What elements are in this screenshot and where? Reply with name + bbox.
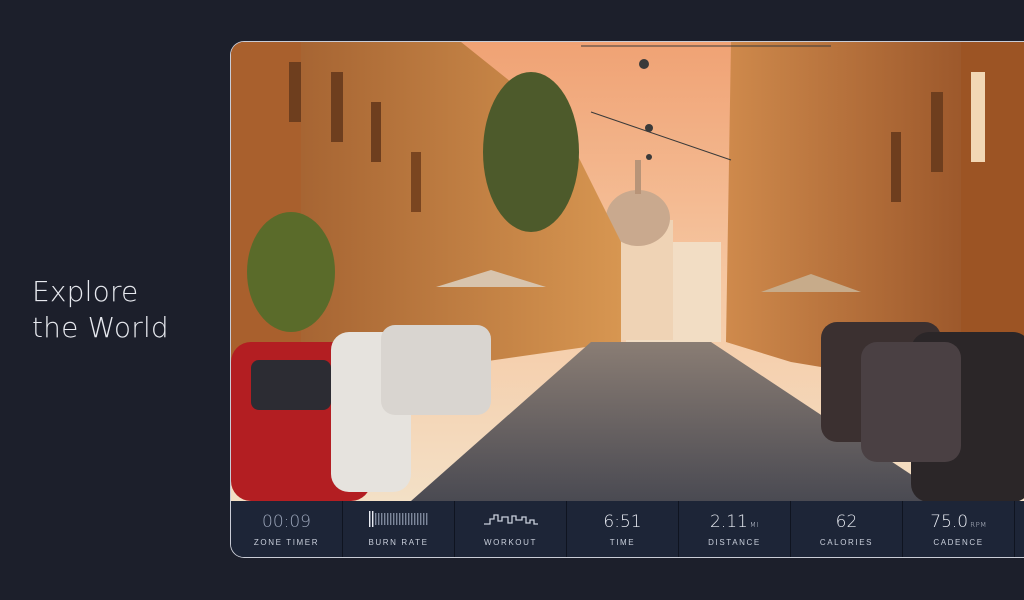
burn-rate-tick [368,511,370,527]
burn-rate-meter-icon [368,511,427,527]
stat-cell-overflow [1015,501,1024,557]
calories-value: 62 [835,512,858,532]
video-screen: 00:09 ZONE TIMER BURN RATE WORKOUT 6:51 … [230,41,1024,558]
workout-stats-bar: 00:09 ZONE TIMER BURN RATE WORKOUT 6:51 … [231,501,1024,557]
zone-timer-label: ZONE TIMER [253,538,320,547]
burn-rate-tick [398,513,400,525]
distance-label: DISTANCE [708,538,761,547]
cadence-value-group: 75.0 RPM [930,511,986,533]
burn-rate-tick [404,513,406,525]
hero-title-line-1: Explore [32,275,139,308]
cadence-stat: 75.0 RPM CADENCE [903,501,1015,557]
distance-stat: 2.11 MI DISTANCE [679,501,791,557]
burn-rate-tick [410,513,412,525]
workout-label: WORKOUT [484,538,537,547]
burn-rate-stat: BURN RATE [343,501,455,557]
cadence-value: 75.0 [930,512,969,532]
burn-rate-tick [419,513,421,525]
workout-profile-icon [483,514,538,525]
burn-rate-tick [371,511,373,527]
distance-value: 2.11 [710,512,748,532]
workout-profile [483,511,538,533]
hero-title: Explore the World [32,274,169,346]
cadence-label: CADENCE [933,538,984,547]
cadence-unit: RPM [970,521,987,529]
time-label: TIME [609,538,636,547]
burn-rate-tick [392,513,394,525]
burn-rate-label: BURN RATE [368,538,429,547]
workout-stat: WORKOUT [455,501,567,557]
street-scene-image [231,42,1024,501]
burn-rate-tick [425,513,427,525]
burn-rate-tick [380,513,382,525]
burn-rate-tick [422,513,424,525]
burn-rate-tick [377,513,379,525]
burn-rate-meter [368,511,429,533]
time-stat: 6:51 TIME [567,501,679,557]
calories-stat: 62 CALORIES [791,501,903,557]
burn-rate-tick [407,513,409,525]
burn-rate-tick [374,513,376,525]
burn-rate-tick [401,513,403,525]
app-stage: Explore the World 00:09 ZONE TIMER BURN … [0,0,1024,600]
burn-rate-tick [413,513,415,525]
hero-title-line-2: the World [32,311,169,344]
burn-rate-tick [395,513,397,525]
distance-unit: MI [749,521,759,529]
burn-rate-tick [386,513,388,525]
burn-rate-tick [389,513,391,525]
burn-rate-tick [383,513,385,525]
calories-label: CALORIES [819,538,874,547]
zone-timer-value: 00:09 [262,512,311,532]
burn-rate-tick [416,513,418,525]
zone-timer-stat: 00:09 ZONE TIMER [231,501,343,557]
time-value: 6:51 [603,512,642,532]
distance-value-group: 2.11 MI [710,511,759,533]
